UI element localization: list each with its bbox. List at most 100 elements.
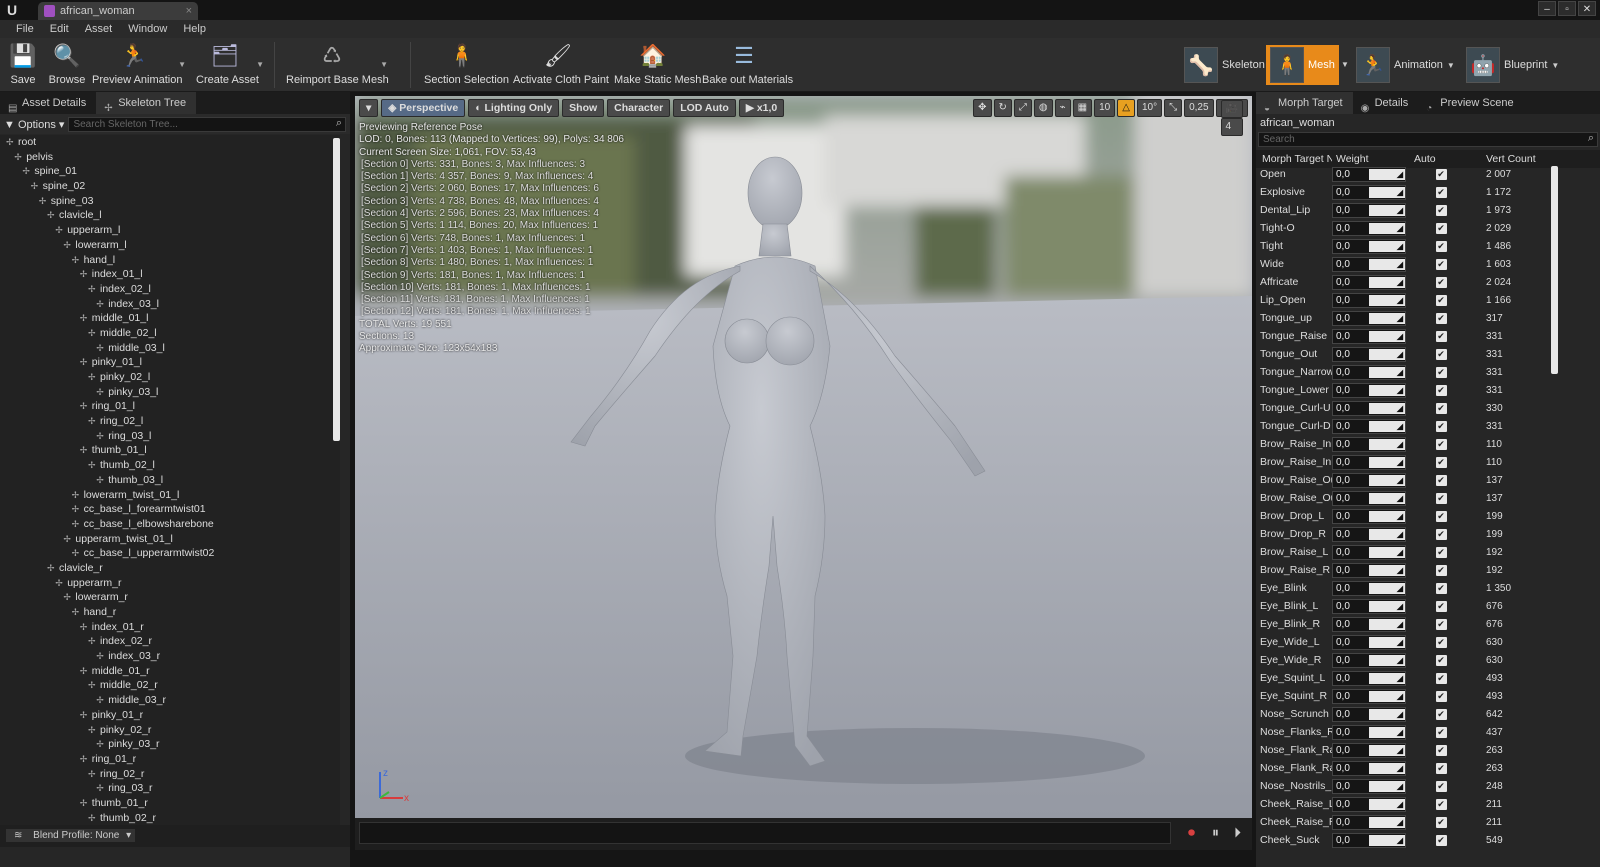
weight-slider[interactable]: ◢: [1369, 240, 1405, 252]
menu-window[interactable]: Window: [120, 20, 175, 38]
morph-target-row[interactable]: Open 0,0 ◢ ✔ 2 007: [1256, 165, 1561, 183]
tree-node[interactable]: ✢ index_02_l: [0, 282, 340, 297]
weight-slider[interactable]: ◢: [1369, 582, 1405, 594]
weight-spinbox[interactable]: 0,0 ◢: [1332, 796, 1406, 812]
weight-spinbox[interactable]: 0,0 ◢: [1332, 760, 1406, 776]
weight-slider[interactable]: ◢: [1369, 204, 1405, 216]
morph-target-row[interactable]: Brow_Raise_L 0,0 ◢ ✔ 192: [1256, 543, 1561, 561]
section-selection-button[interactable]: 🧍 Section Selection: [424, 40, 509, 90]
auto-checkbox[interactable]: ✔: [1435, 259, 1447, 270]
tree-node[interactable]: ✢ pinky_03_r: [0, 737, 340, 752]
auto-checkbox[interactable]: ✔: [1435, 493, 1447, 504]
auto-checkbox[interactable]: ✔: [1435, 511, 1447, 522]
auto-checkbox[interactable]: ✔: [1435, 583, 1447, 594]
auto-checkbox[interactable]: ✔: [1435, 781, 1447, 792]
tree-node[interactable]: ✢ index_03_r: [0, 649, 340, 664]
morph-target-row[interactable]: Wide 0,0 ◢ ✔ 1 603: [1256, 255, 1561, 273]
auto-checkbox[interactable]: ✔: [1435, 169, 1447, 180]
weight-slider[interactable]: ◢: [1369, 690, 1405, 702]
weight-slider[interactable]: ◢: [1369, 420, 1405, 432]
auto-checkbox[interactable]: ✔: [1435, 205, 1447, 216]
weight-spinbox[interactable]: 0,0 ◢: [1332, 328, 1406, 344]
weight-slider[interactable]: ◢: [1369, 384, 1405, 396]
pause-icon[interactable]: ⏸: [1212, 824, 1219, 841]
weight-spinbox[interactable]: 0,0 ◢: [1332, 274, 1406, 290]
chevron-down-icon[interactable]: ▼: [256, 60, 264, 69]
weight-slider[interactable]: ◢: [1369, 546, 1405, 558]
tree-node[interactable]: ✢ middle_01_r: [0, 664, 340, 679]
morph-target-row[interactable]: Brow_Raise_Inn 0,0 ◢ ✔ 110: [1256, 435, 1561, 453]
morph-target-row[interactable]: Lip_Open 0,0 ◢ ✔ 1 166: [1256, 291, 1561, 309]
morph-target-row[interactable]: Tongue_up 0,0 ◢ ✔ 317: [1256, 309, 1561, 327]
weight-slider[interactable]: ◢: [1369, 636, 1405, 648]
document-tab[interactable]: african_woman ×: [38, 2, 198, 20]
tab-preview-scene[interactable]: ◔ Preview Scene: [1418, 92, 1523, 114]
morph-target-row[interactable]: Tongue_Raise 0,0 ◢ ✔ 331: [1256, 327, 1561, 345]
grid-snap-icon[interactable]: ▦: [1072, 99, 1093, 117]
auto-checkbox[interactable]: ✔: [1435, 367, 1447, 378]
weight-spinbox[interactable]: 0,0 ◢: [1332, 490, 1406, 506]
auto-checkbox[interactable]: ✔: [1435, 835, 1447, 846]
weight-spinbox[interactable]: 0,0 ◢: [1332, 526, 1406, 542]
maximize-icon[interactable]: ▫: [1558, 1, 1576, 16]
tree-node[interactable]: ✢ lowerarm_r: [0, 590, 340, 605]
morph-target-row[interactable]: Tongue_Out 0,0 ◢ ✔ 331: [1256, 345, 1561, 363]
morph-target-row[interactable]: Tongue_Narrow 0,0 ◢ ✔ 331: [1256, 363, 1561, 381]
tree-node[interactable]: ✢ cc_base_l_upperarmtwist02: [0, 546, 340, 561]
weight-slider[interactable]: ◢: [1369, 438, 1405, 450]
morph-target-row[interactable]: Dental_Lip 0,0 ◢ ✔ 1 973: [1256, 201, 1561, 219]
auto-checkbox[interactable]: ✔: [1435, 547, 1447, 558]
tree-node[interactable]: ✢ root: [0, 135, 340, 150]
viewport[interactable]: ▾ ◈ Perspective ◐ Lighting Only Show Cha…: [355, 96, 1252, 818]
morph-target-row[interactable]: Nose_Flanks_Ra 0,0 ◢ ✔ 437: [1256, 723, 1561, 741]
weight-slider[interactable]: ◢: [1369, 474, 1405, 486]
preview-animation-button[interactable]: 🏃 Preview Animation ▼: [92, 40, 186, 90]
auto-checkbox[interactable]: ✔: [1435, 421, 1447, 432]
scale-snap-value[interactable]: 0,25: [1184, 99, 1214, 117]
weight-slider[interactable]: ◢: [1369, 816, 1405, 828]
auto-checkbox[interactable]: ✔: [1435, 385, 1447, 396]
weight-slider[interactable]: ◢: [1369, 726, 1405, 738]
tree-node[interactable]: ✢ thumb_02_l: [0, 458, 340, 473]
weight-spinbox[interactable]: 0,0 ◢: [1332, 382, 1406, 398]
weight-spinbox[interactable]: 0,0 ◢: [1332, 670, 1406, 686]
weight-slider[interactable]: ◢: [1369, 510, 1405, 522]
tree-node[interactable]: ✢ pinky_02_r: [0, 723, 340, 738]
weight-spinbox[interactable]: 0,0 ◢: [1332, 778, 1406, 794]
menu-asset[interactable]: Asset: [77, 20, 121, 38]
weight-spinbox[interactable]: 0,0 ◢: [1332, 814, 1406, 830]
weight-slider[interactable]: ◢: [1369, 600, 1405, 612]
weight-spinbox[interactable]: 0,0 ◢: [1332, 220, 1406, 236]
tree-node[interactable]: ✢ middle_03_l: [0, 341, 340, 356]
perspective-button[interactable]: ◈ Perspective: [381, 99, 466, 117]
viewport-options-dropdown[interactable]: ▾: [359, 99, 379, 117]
menu-help[interactable]: Help: [175, 20, 214, 38]
playback-speed-button[interactable]: ▶ x1,0: [738, 99, 785, 117]
minimize-icon[interactable]: –: [1538, 1, 1556, 16]
tree-node[interactable]: ✢ thumb_03_l: [0, 473, 340, 488]
tree-node[interactable]: ✢ hand_l: [0, 253, 340, 268]
auto-checkbox[interactable]: ✔: [1435, 637, 1447, 648]
auto-checkbox[interactable]: ✔: [1435, 223, 1447, 234]
auto-checkbox[interactable]: ✔: [1435, 439, 1447, 450]
tab-asset-details[interactable]: ▤ Asset Details: [0, 92, 96, 114]
mode-mesh-button[interactable]: 🧍 Mesh: [1266, 45, 1339, 85]
mode-skeleton-button[interactable]: 🦴 Skeleton: [1180, 45, 1269, 85]
morph-target-row[interactable]: Eye_Wide_L 0,0 ◢ ✔ 630: [1256, 633, 1561, 651]
chevron-down-icon[interactable]: ▼: [1341, 60, 1349, 69]
auto-checkbox[interactable]: ✔: [1435, 673, 1447, 684]
morph-target-row[interactable]: Tongue_Curl-U 0,0 ◢ ✔ 330: [1256, 399, 1561, 417]
weight-spinbox[interactable]: 0,0 ◢: [1332, 238, 1406, 254]
morph-target-row[interactable]: Brow_Drop_R 0,0 ◢ ✔ 199: [1256, 525, 1561, 543]
auto-checkbox[interactable]: ✔: [1435, 331, 1447, 342]
weight-spinbox[interactable]: 0,0 ◢: [1332, 508, 1406, 524]
weight-spinbox[interactable]: 0,0 ◢: [1332, 688, 1406, 704]
morph-target-row[interactable]: Eye_Wide_R 0,0 ◢ ✔ 630: [1256, 651, 1561, 669]
weight-spinbox[interactable]: 0,0 ◢: [1332, 634, 1406, 650]
auto-checkbox[interactable]: ✔: [1435, 619, 1447, 630]
tree-node[interactable]: ✢ clavicle_l: [0, 208, 340, 223]
auto-checkbox[interactable]: ✔: [1435, 277, 1447, 288]
weight-spinbox[interactable]: 0,0 ◢: [1332, 436, 1406, 452]
weight-slider[interactable]: ◢: [1369, 456, 1405, 468]
weight-slider[interactable]: ◢: [1369, 780, 1405, 792]
